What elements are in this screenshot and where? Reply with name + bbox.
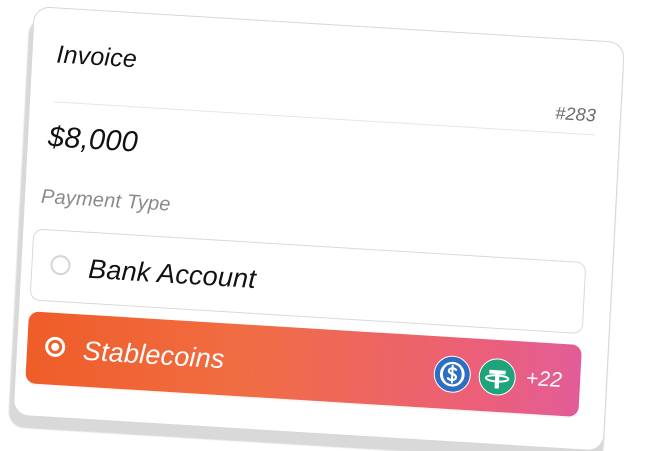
bank-account-label: Bank Account <box>87 253 257 295</box>
tether-coin-icon <box>477 357 517 397</box>
invoice-card: Invoice #283 $8,000 Payment Type Bank Ac… <box>12 6 625 451</box>
payment-type-label: Payment Type <box>40 185 172 216</box>
stablecoins-label: Stablecoins <box>82 335 226 375</box>
usdc-coin-icon <box>432 354 472 394</box>
invoice-scene: Invoice #283 $8,000 Payment Type Bank Ac… <box>0 0 651 451</box>
invoice-number: #283 <box>554 103 597 126</box>
bank-account-radio[interactable] <box>49 254 71 276</box>
invoice-header: Invoice #283 <box>53 27 599 136</box>
stablecoins-radio[interactable] <box>44 336 66 358</box>
invoice-card-wrapper: Invoice #283 $8,000 Payment Type Bank Ac… <box>7 6 625 451</box>
invoice-amount: $8,000 <box>47 121 139 159</box>
supported-coins: +22 <box>432 354 563 400</box>
invoice-title: Invoice <box>55 40 138 74</box>
more-coins-count: +22 <box>525 366 563 392</box>
